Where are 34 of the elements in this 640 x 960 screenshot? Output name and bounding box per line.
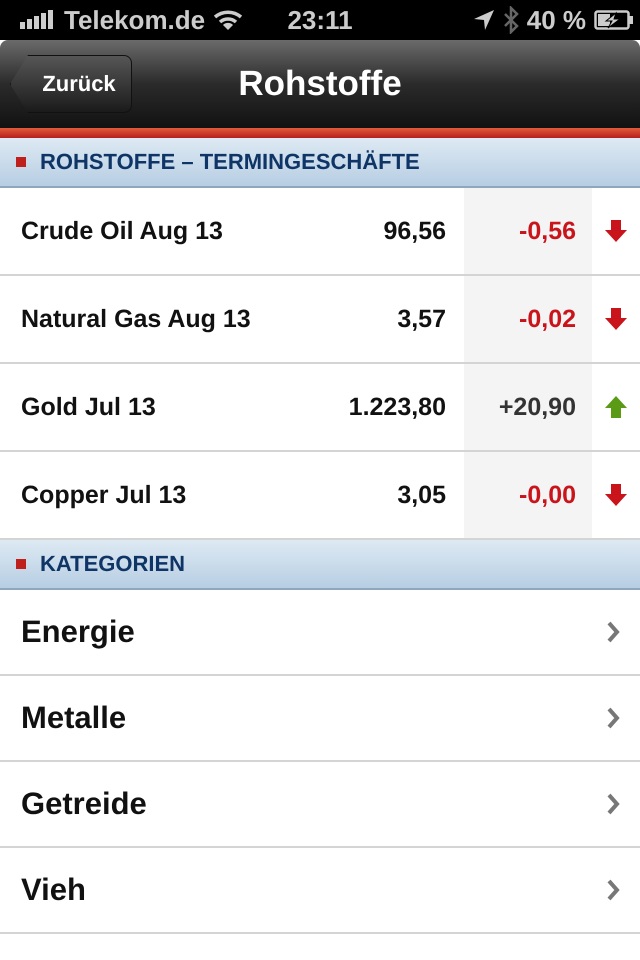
square-icon: [16, 157, 26, 167]
section-title: KATEGORIEN: [40, 551, 186, 577]
wifi-icon: [213, 9, 244, 31]
price-change: -0,00: [519, 480, 576, 510]
chevron-icon: [606, 878, 620, 902]
price: 96,56: [382, 216, 447, 246]
category-item[interactable]: Metalle: [0, 676, 640, 762]
commodity-name: Crude Oil Aug 13: [20, 216, 224, 246]
price-change: -0,56: [519, 216, 576, 246]
location-icon: [472, 9, 495, 31]
carrier-name: Telekom.de: [64, 4, 206, 36]
back-button[interactable]: Zurück: [10, 55, 132, 113]
section-title: ROHSTOFFE – TERMINGESCHÄFTE: [40, 149, 420, 175]
price: 1.223,80: [348, 392, 447, 422]
square-icon: [16, 559, 26, 569]
screen-title: Rohstoffe: [238, 64, 402, 104]
battery-charging-icon: [594, 9, 634, 31]
commodity-name: Natural Gas Aug 13: [20, 304, 252, 334]
bluetooth-icon: [502, 6, 519, 34]
price: 3,05: [396, 480, 447, 510]
price: 3,57: [396, 304, 447, 334]
category-item[interactable]: Energie: [0, 590, 640, 676]
category-item[interactable]: Vieh: [0, 848, 640, 934]
status-time: 23:11: [287, 4, 353, 36]
commodity-name: Gold Jul 13: [20, 392, 157, 422]
battery-percent: 40 %: [526, 4, 586, 36]
price-change: +20,90: [498, 392, 576, 422]
price-change: -0,02: [519, 304, 576, 334]
chevron-icon: [606, 706, 620, 730]
signal-icon: [20, 10, 56, 30]
chevron-icon: [606, 792, 620, 816]
category-item[interactable]: Getreide: [0, 762, 640, 848]
chevron-icon: [606, 620, 620, 644]
commodity-name: Copper Jul 13: [20, 480, 188, 510]
